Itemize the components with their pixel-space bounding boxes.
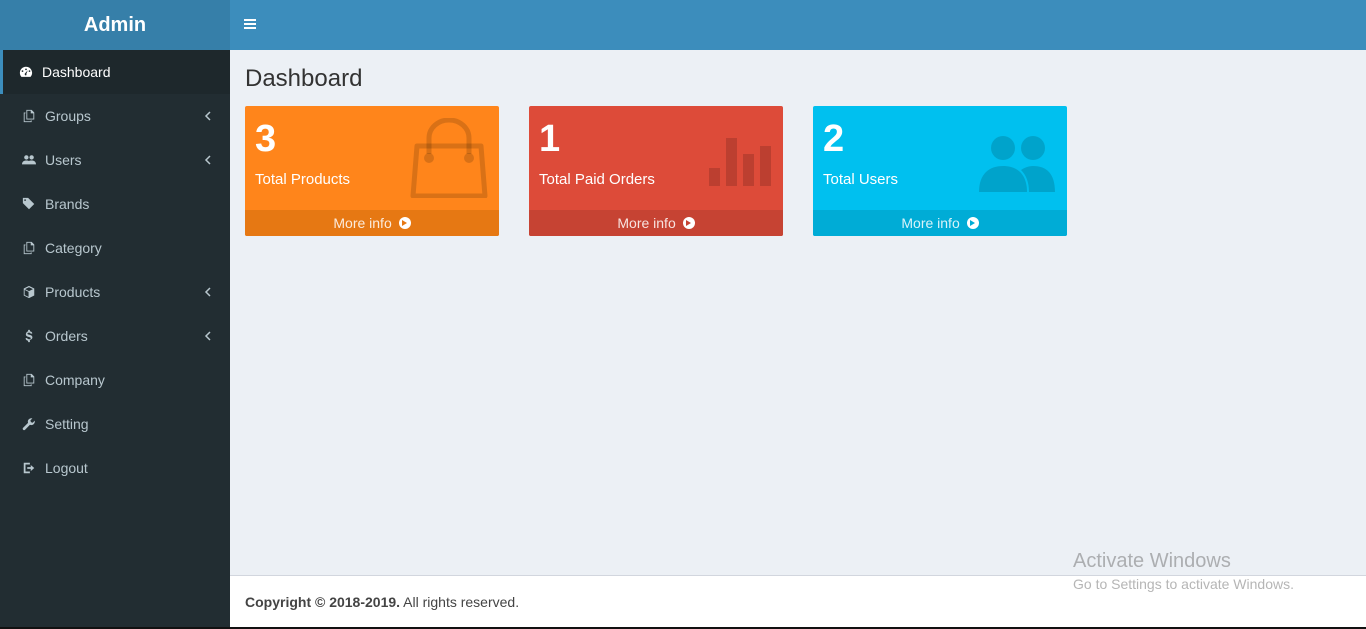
brand-logo[interactable]: Admin (0, 0, 230, 50)
sidebar-item-label: Logout (45, 460, 88, 476)
activate-windows-watermark: Activate Windows Go to Settings to activ… (1073, 550, 1294, 592)
arrow-circle-right-icon (682, 217, 695, 229)
sidebar-item-label: Groups (45, 108, 91, 124)
sidebar-item-label: Users (45, 152, 82, 168)
stat-box-users: 2 Total Users More info (813, 106, 1067, 236)
sidebar-item-dashboard[interactable]: Dashboard (0, 50, 230, 94)
sidebar-item-label: Dashboard (42, 64, 111, 80)
stat-label: Total Products (255, 171, 351, 188)
stat-box-products: 3 Total Products More info (245, 106, 499, 236)
sidebar-item-label: Products (45, 284, 101, 300)
bar-chart-icon (709, 118, 773, 191)
sign-out-icon (20, 461, 38, 475)
stat-label: Total Users (823, 171, 899, 188)
sidebar-item-users[interactable]: Users (0, 138, 230, 182)
sidebar-item-products[interactable]: Products (0, 270, 230, 314)
stat-box-paid-orders: 1 Total Paid Orders More info (529, 106, 783, 236)
stat-value: 1 (539, 118, 561, 160)
copy-icon (20, 241, 38, 255)
chevron-left-icon (204, 285, 212, 299)
tags-icon (20, 197, 38, 211)
sidebar-item-label: Company (45, 372, 105, 388)
stat-label: Total Paid Orders (539, 171, 655, 188)
top-navbar (230, 0, 1366, 50)
arrow-circle-right-icon (966, 217, 979, 229)
more-info-link[interactable]: More info (529, 210, 783, 236)
more-info-link[interactable]: More info (813, 210, 1067, 236)
chevron-left-icon (204, 153, 212, 167)
sidebar-item-category[interactable]: Category (0, 226, 230, 270)
sidebar-item-label: Category (45, 240, 102, 256)
chevron-left-icon (204, 329, 212, 343)
sidebar-item-logout[interactable]: Logout (0, 446, 230, 490)
sidebar-toggle-icon[interactable] (244, 17, 258, 33)
stat-value: 2 (823, 118, 845, 160)
rights-text: All rights reserved. (400, 594, 520, 610)
main-content: Dashboard 3 Total Products More info 1 T… (230, 50, 1366, 575)
chevron-left-icon (204, 109, 212, 123)
dollar-icon (20, 329, 38, 343)
copy-icon (20, 109, 38, 123)
copy-icon (20, 373, 38, 387)
sidebar-item-label: Brands (45, 196, 90, 212)
page-title: Dashboard (245, 65, 363, 92)
sidebar-item-label: Orders (45, 328, 88, 344)
cube-icon (20, 285, 38, 299)
users-icon (977, 118, 1057, 203)
sidebar: Dashboard Groups Users Brands Category P… (0, 50, 230, 629)
wrench-icon (20, 417, 38, 431)
arrow-circle-right-icon (398, 217, 411, 229)
users-icon (20, 153, 38, 167)
sidebar-item-setting[interactable]: Setting (0, 402, 230, 446)
sidebar-item-orders[interactable]: Orders (0, 314, 230, 358)
copyright-text: Copyright © 2018-2019. (245, 594, 401, 610)
dashboard-icon (17, 65, 35, 79)
shopping-bag-icon (409, 117, 489, 201)
sidebar-item-brands[interactable]: Brands (0, 182, 230, 226)
sidebar-item-company[interactable]: Company (0, 358, 230, 402)
stat-value: 3 (255, 118, 277, 160)
more-info-link[interactable]: More info (245, 210, 499, 236)
sidebar-item-label: Setting (45, 416, 89, 432)
sidebar-item-groups[interactable]: Groups (0, 94, 230, 138)
